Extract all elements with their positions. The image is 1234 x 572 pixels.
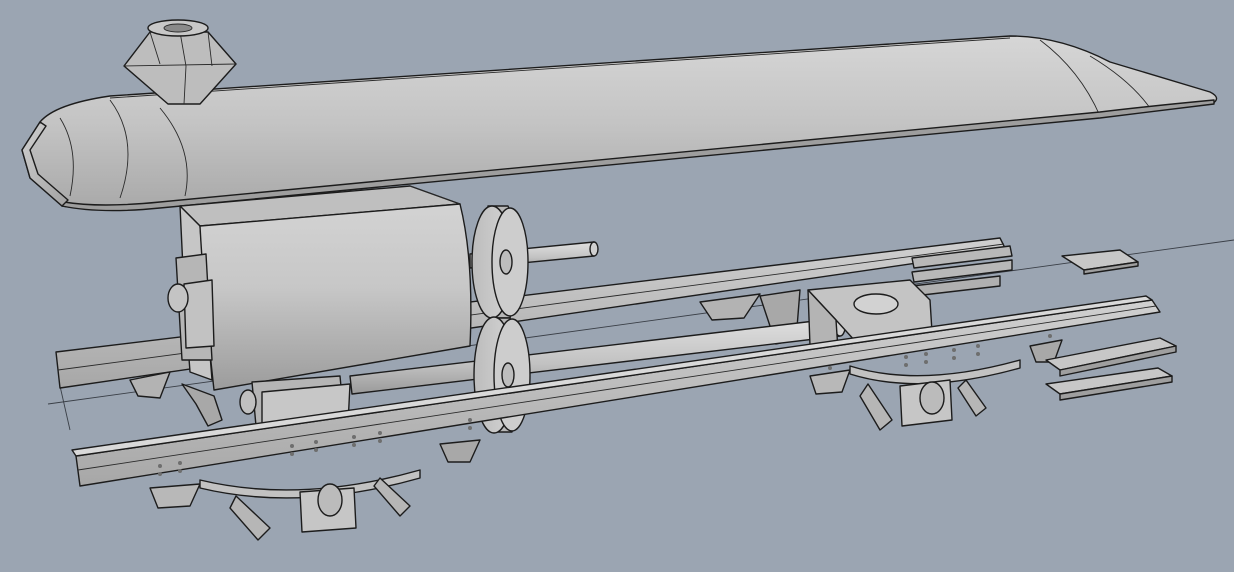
axle-box-left[interactable] — [299, 483, 357, 533]
model-scene[interactable] — [0, 0, 1234, 572]
axle-box-right[interactable] — [899, 379, 953, 427]
cad-viewport[interactable] — [0, 0, 1234, 572]
cylinder-block[interactable] — [167, 185, 472, 429]
small-plate-top[interactable] — [1061, 249, 1139, 275]
flywheel-upper[interactable] — [471, 205, 529, 319]
